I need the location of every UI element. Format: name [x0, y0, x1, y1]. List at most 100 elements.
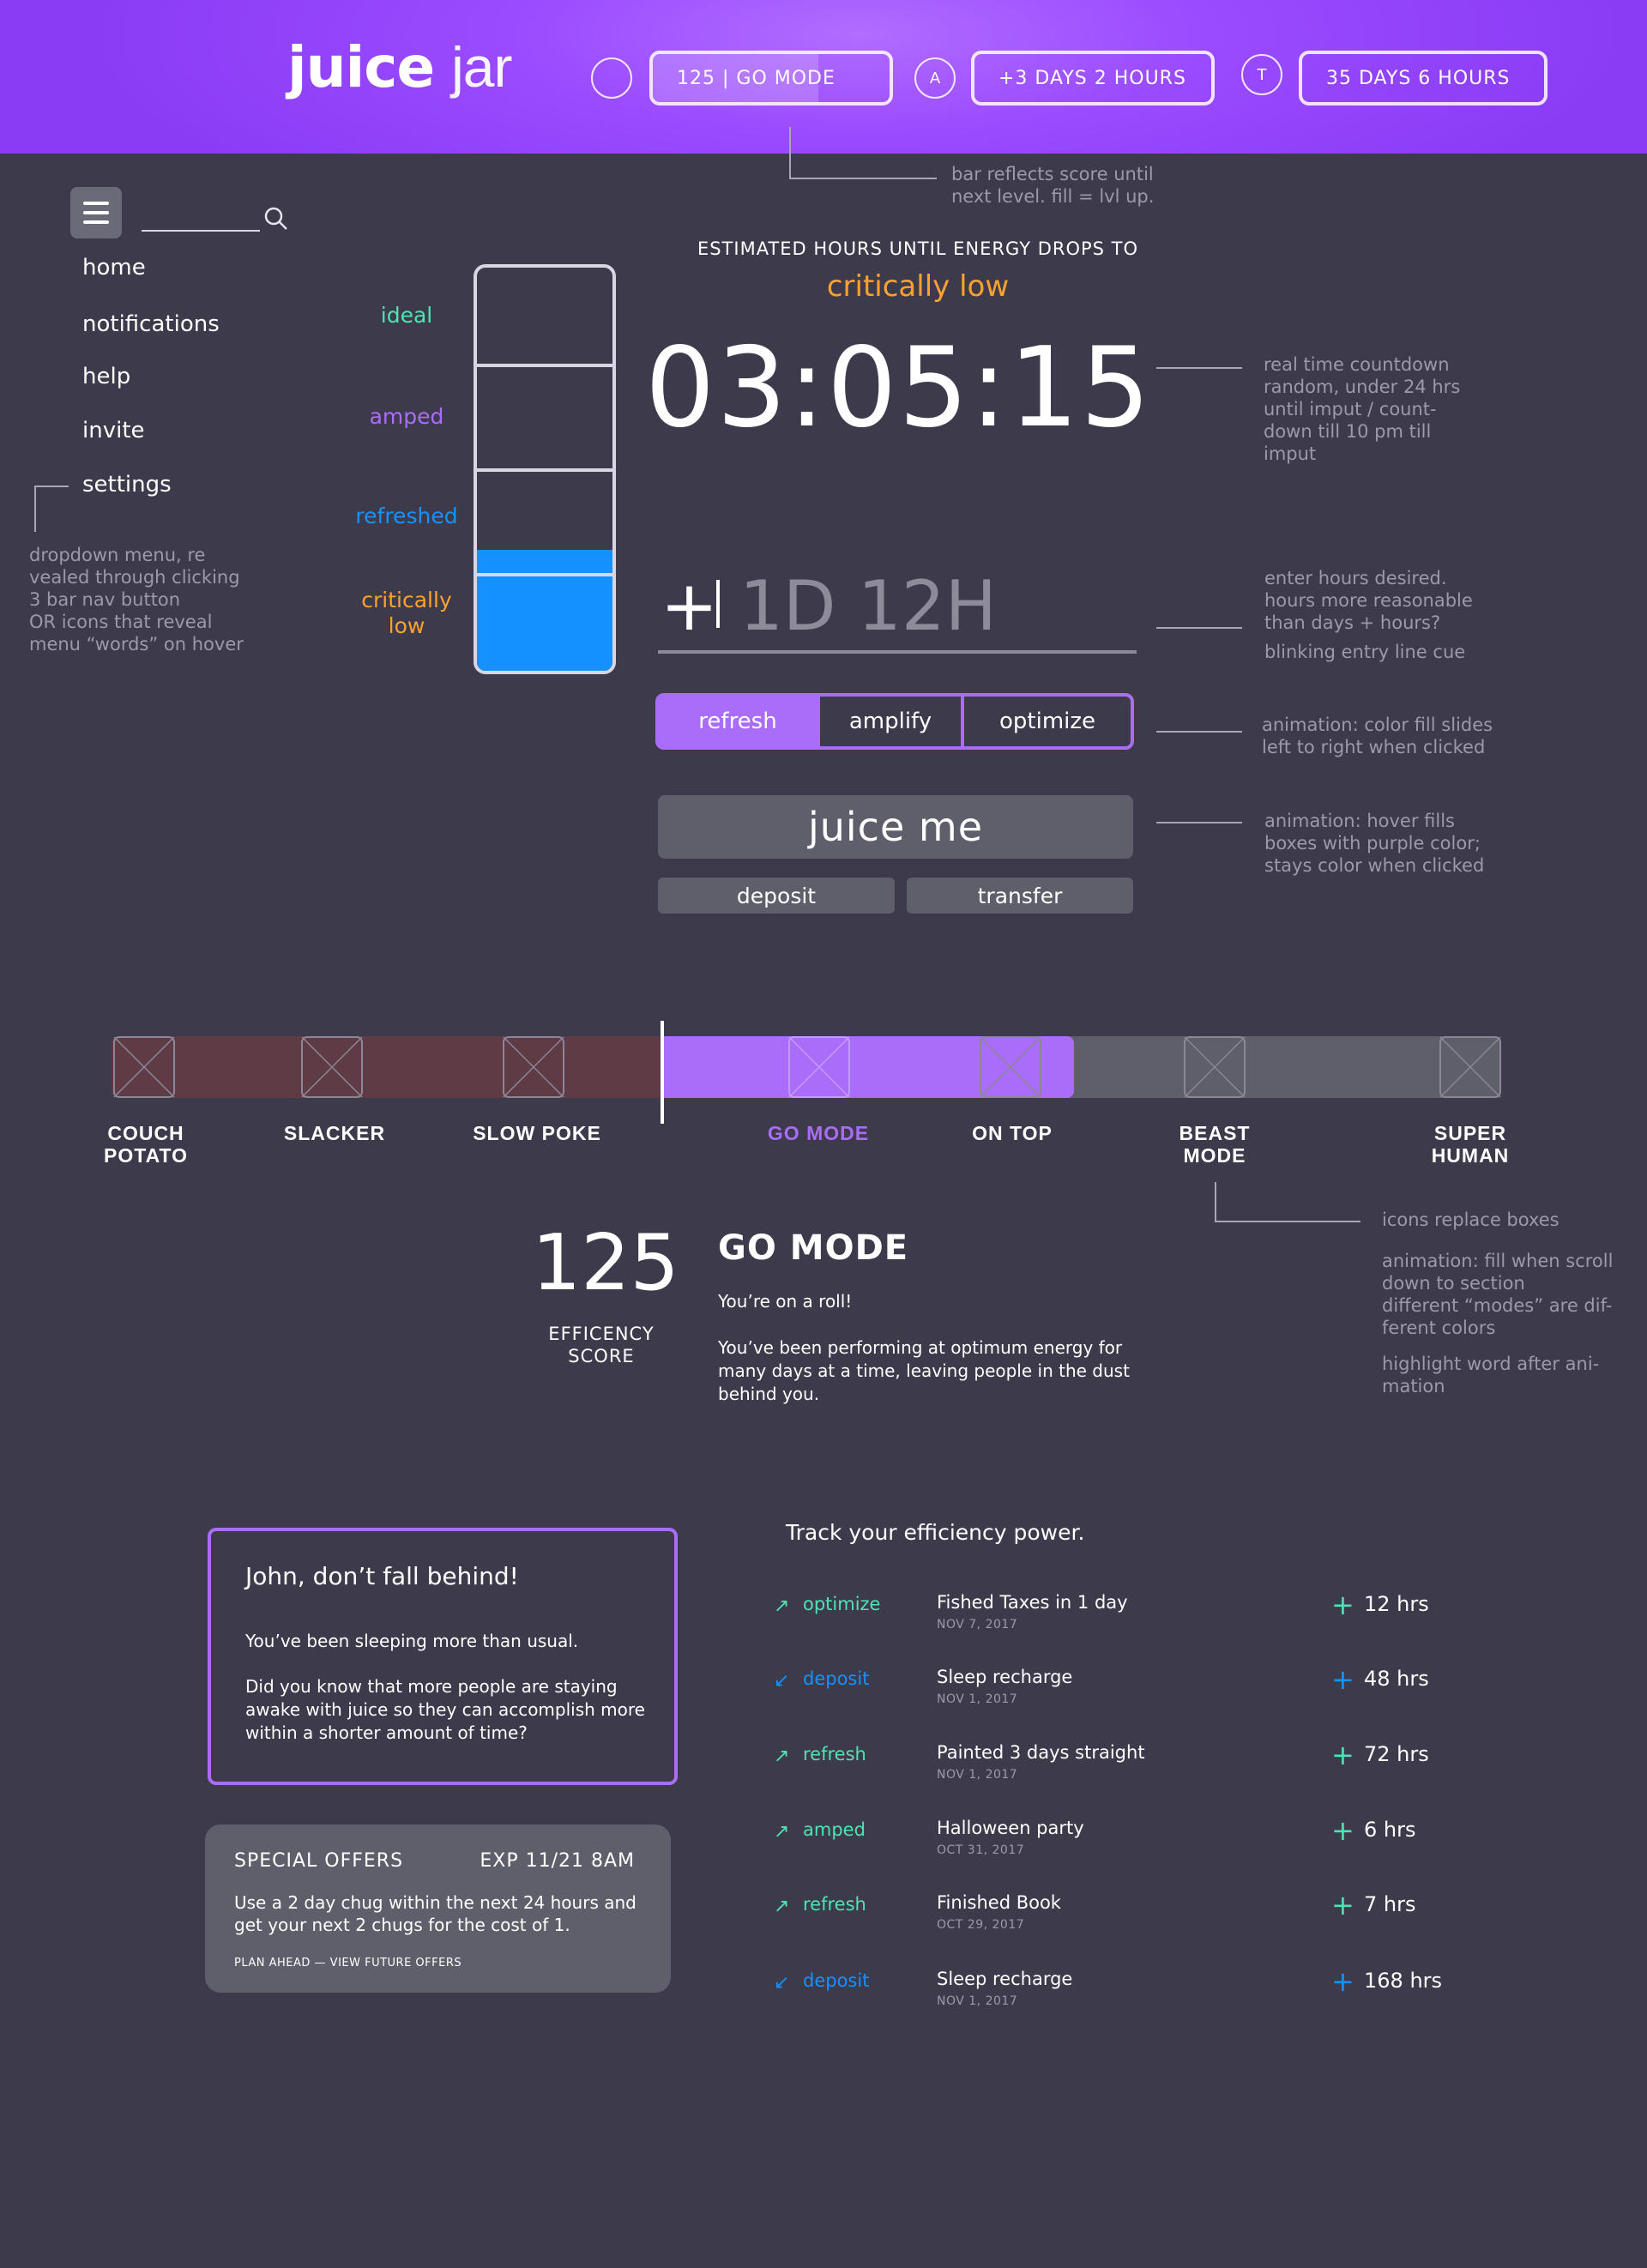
tracker-row-date: OCT 29, 2017 — [937, 1918, 1025, 1932]
current-level-marker — [661, 1021, 664, 1124]
level-placeholder-icon — [113, 1036, 175, 1098]
annotation-text: 3 bar nav button — [29, 589, 181, 610]
total-time-pill[interactable]: 35 DAYS 6 HOURS — [1299, 51, 1547, 106]
annotation-countdown: real time countdown random, under 24 hrs… — [1264, 353, 1460, 465]
efficiency-score-label: EFFICENCY SCORE — [548, 1324, 655, 1366]
countdown-target: critically low — [826, 269, 1010, 304]
gauge-divider — [477, 573, 612, 576]
tracker-title: Track your efficiency power. — [786, 1520, 1085, 1545]
level-placeholder-icon — [1184, 1036, 1246, 1098]
juice-me-button[interactable]: juice me — [658, 795, 1133, 859]
tracker-row-type: refresh — [803, 1894, 866, 1915]
annotation-text: dropdown menu, re — [29, 545, 206, 565]
alert-title: John, don’t fall behind! — [245, 1562, 519, 1590]
sidebar-item-invite[interactable]: invite — [82, 418, 145, 443]
annotation-text: menu “words” on hover — [29, 634, 244, 654]
arrow-up-right-icon: ↗ — [774, 1746, 790, 1767]
view-future-offers-link[interactable]: PLAN AHEAD — VIEW FUTURE OFFERS — [234, 1957, 462, 1969]
tracker-row[interactable]: ↗ refresh Finished Book OCT 29, 2017 +7 hrs — [772, 1889, 1458, 1945]
logo-bold: juice — [287, 34, 435, 100]
annotation-line — [34, 486, 69, 487]
level-name-super-human: SUPER HUMAN — [1431, 1122, 1510, 1167]
current-mode-title: GO MODE — [718, 1228, 909, 1268]
sidebar-item-help[interactable]: help — [82, 364, 130, 389]
gauge-label-amped: amped — [369, 404, 444, 429]
arrow-up-right-icon: ↗ — [774, 1595, 790, 1617]
gauge-label-critically-low: critically low — [361, 588, 452, 638]
countdown-timer: 03:05:15 — [645, 324, 1152, 452]
annotation-text: next level. fill = lvl up. — [951, 186, 1155, 207]
tracker-row-hours: 48 hrs — [1364, 1667, 1429, 1691]
annotation-line — [1156, 627, 1242, 629]
annotation-text: until imput / count- — [1264, 399, 1437, 419]
tracker-row-date: OCT 31, 2017 — [937, 1843, 1025, 1857]
arrow-down-left-icon: ↙ — [774, 1670, 790, 1692]
tracker-row[interactable]: ↗ refresh Painted 3 days straight NOV 1, 20… — [772, 1739, 1458, 1795]
t-icon[interactable]: T — [1241, 54, 1282, 95]
annotation-text: down to section — [1382, 1273, 1525, 1294]
alert-card[interactable]: John, don’t fall behind! You’ve been sle… — [208, 1528, 678, 1785]
annotation-text: down till 10 pm till — [1264, 421, 1432, 442]
annotation-text: animation: color fill slides — [1262, 715, 1493, 735]
search-input[interactable] — [142, 230, 260, 232]
current-mode-description: You’ve been performing at optimum energy… — [718, 1337, 1130, 1404]
mode-refresh-button[interactable]: refresh — [659, 697, 817, 746]
gauge-label-refreshed: refreshed — [355, 504, 458, 528]
transfer-button[interactable]: transfer — [907, 878, 1133, 914]
level-placeholder-icon — [788, 1036, 850, 1098]
tracker-row-description: Sleep recharge — [937, 1667, 1073, 1687]
deposit-button[interactable]: deposit — [658, 878, 895, 914]
a-icon[interactable]: A — [914, 57, 956, 99]
annotation-text: different “modes” are dif- — [1382, 1295, 1613, 1316]
annotation-line — [1156, 731, 1242, 733]
tracker-row-hours: 12 hrs — [1364, 1592, 1429, 1616]
tracker-row-hours: 72 hrs — [1364, 1742, 1429, 1766]
tracker-row[interactable]: ↙ deposit Sleep recharge NOV 1, 2017 +48 hrs — [772, 1663, 1458, 1720]
annotation-text: ferent colors — [1382, 1318, 1496, 1338]
hamburger-menu-button[interactable] — [70, 187, 122, 238]
annotation-entry: enter hours desired. hours more reasonab… — [1264, 567, 1473, 663]
sidebar-item-notifications[interactable]: notifications — [82, 311, 220, 337]
tracker-row[interactable]: ↙ deposit Sleep recharge NOV 1, 2017 +168 hr… — [772, 1965, 1458, 2022]
tracker-row-date: NOV 1, 2017 — [937, 1994, 1018, 2008]
annotation-text: left to right when clicked — [1262, 737, 1486, 757]
entry-prefix: + — [661, 566, 719, 646]
level-placeholder-icon — [503, 1036, 564, 1098]
menu-bar — [83, 211, 109, 214]
level-placeholder-icon — [980, 1036, 1041, 1098]
tracker-row[interactable]: ↗ optimize Fished Taxes in 1 day NOV 7, 201… — [772, 1589, 1458, 1645]
annotation-text: mation — [1382, 1376, 1445, 1396]
tracker-row-date: NOV 1, 2017 — [937, 1692, 1018, 1706]
mode-amplify-button[interactable]: amplify — [817, 697, 961, 746]
tracker-row[interactable]: ↗ amped Halloween party OCT 31, 2017 +6 hrs — [772, 1814, 1458, 1871]
tracker-row-type: deposit — [803, 1970, 870, 1991]
sidebar-item-settings[interactable]: settings — [82, 472, 172, 498]
gauge-label-ideal: ideal — [380, 303, 433, 328]
annotation-text: random, under 24 hrs — [1264, 377, 1461, 397]
annotation-text: boxes with purple color; — [1264, 833, 1481, 854]
annotation-menu: dropdown menu, re vealed through clickin… — [29, 544, 244, 655]
score-level-pill[interactable]: 125 | GO MODE — [649, 51, 893, 106]
tracker-row-description: Fished Taxes in 1 day — [937, 1592, 1128, 1613]
level-name-beast-mode: BEAST MODE — [1179, 1122, 1251, 1167]
plus-icon: + — [1331, 1739, 1354, 1771]
annotation-score-bar: bar reflects score until next level. fil… — [951, 163, 1154, 208]
mode-selector: refresh amplify optimize — [655, 693, 1134, 750]
added-time-pill[interactable]: +3 DAYS 2 HOURS — [971, 51, 1215, 106]
score-icon[interactable] — [591, 57, 632, 99]
tracker-row-type: amped — [803, 1819, 866, 1840]
app-logo[interactable]: juice jar — [287, 34, 512, 100]
blinking-cursor — [716, 580, 720, 628]
level-name-go-mode: GO MODE — [767, 1122, 870, 1144]
tracker-row-type: refresh — [803, 1744, 866, 1764]
score-pill-label: 125 | GO MODE — [677, 67, 836, 89]
sidebar-item-home[interactable]: home — [82, 255, 146, 280]
hours-entry-input[interactable]: 1D 12H — [739, 566, 997, 646]
search-icon[interactable] — [262, 204, 289, 232]
arrow-up-right-icon: ↗ — [774, 1821, 790, 1843]
tracker-row-description: Sleep recharge — [937, 1969, 1073, 1989]
tracker-row-hours: 6 hrs — [1364, 1818, 1416, 1842]
annotation-levels-animation: animation: fill when scroll down to sect… — [1382, 1250, 1613, 1397]
mode-optimize-button[interactable]: optimize — [961, 697, 1131, 746]
plus-icon: + — [1331, 1965, 1354, 1998]
